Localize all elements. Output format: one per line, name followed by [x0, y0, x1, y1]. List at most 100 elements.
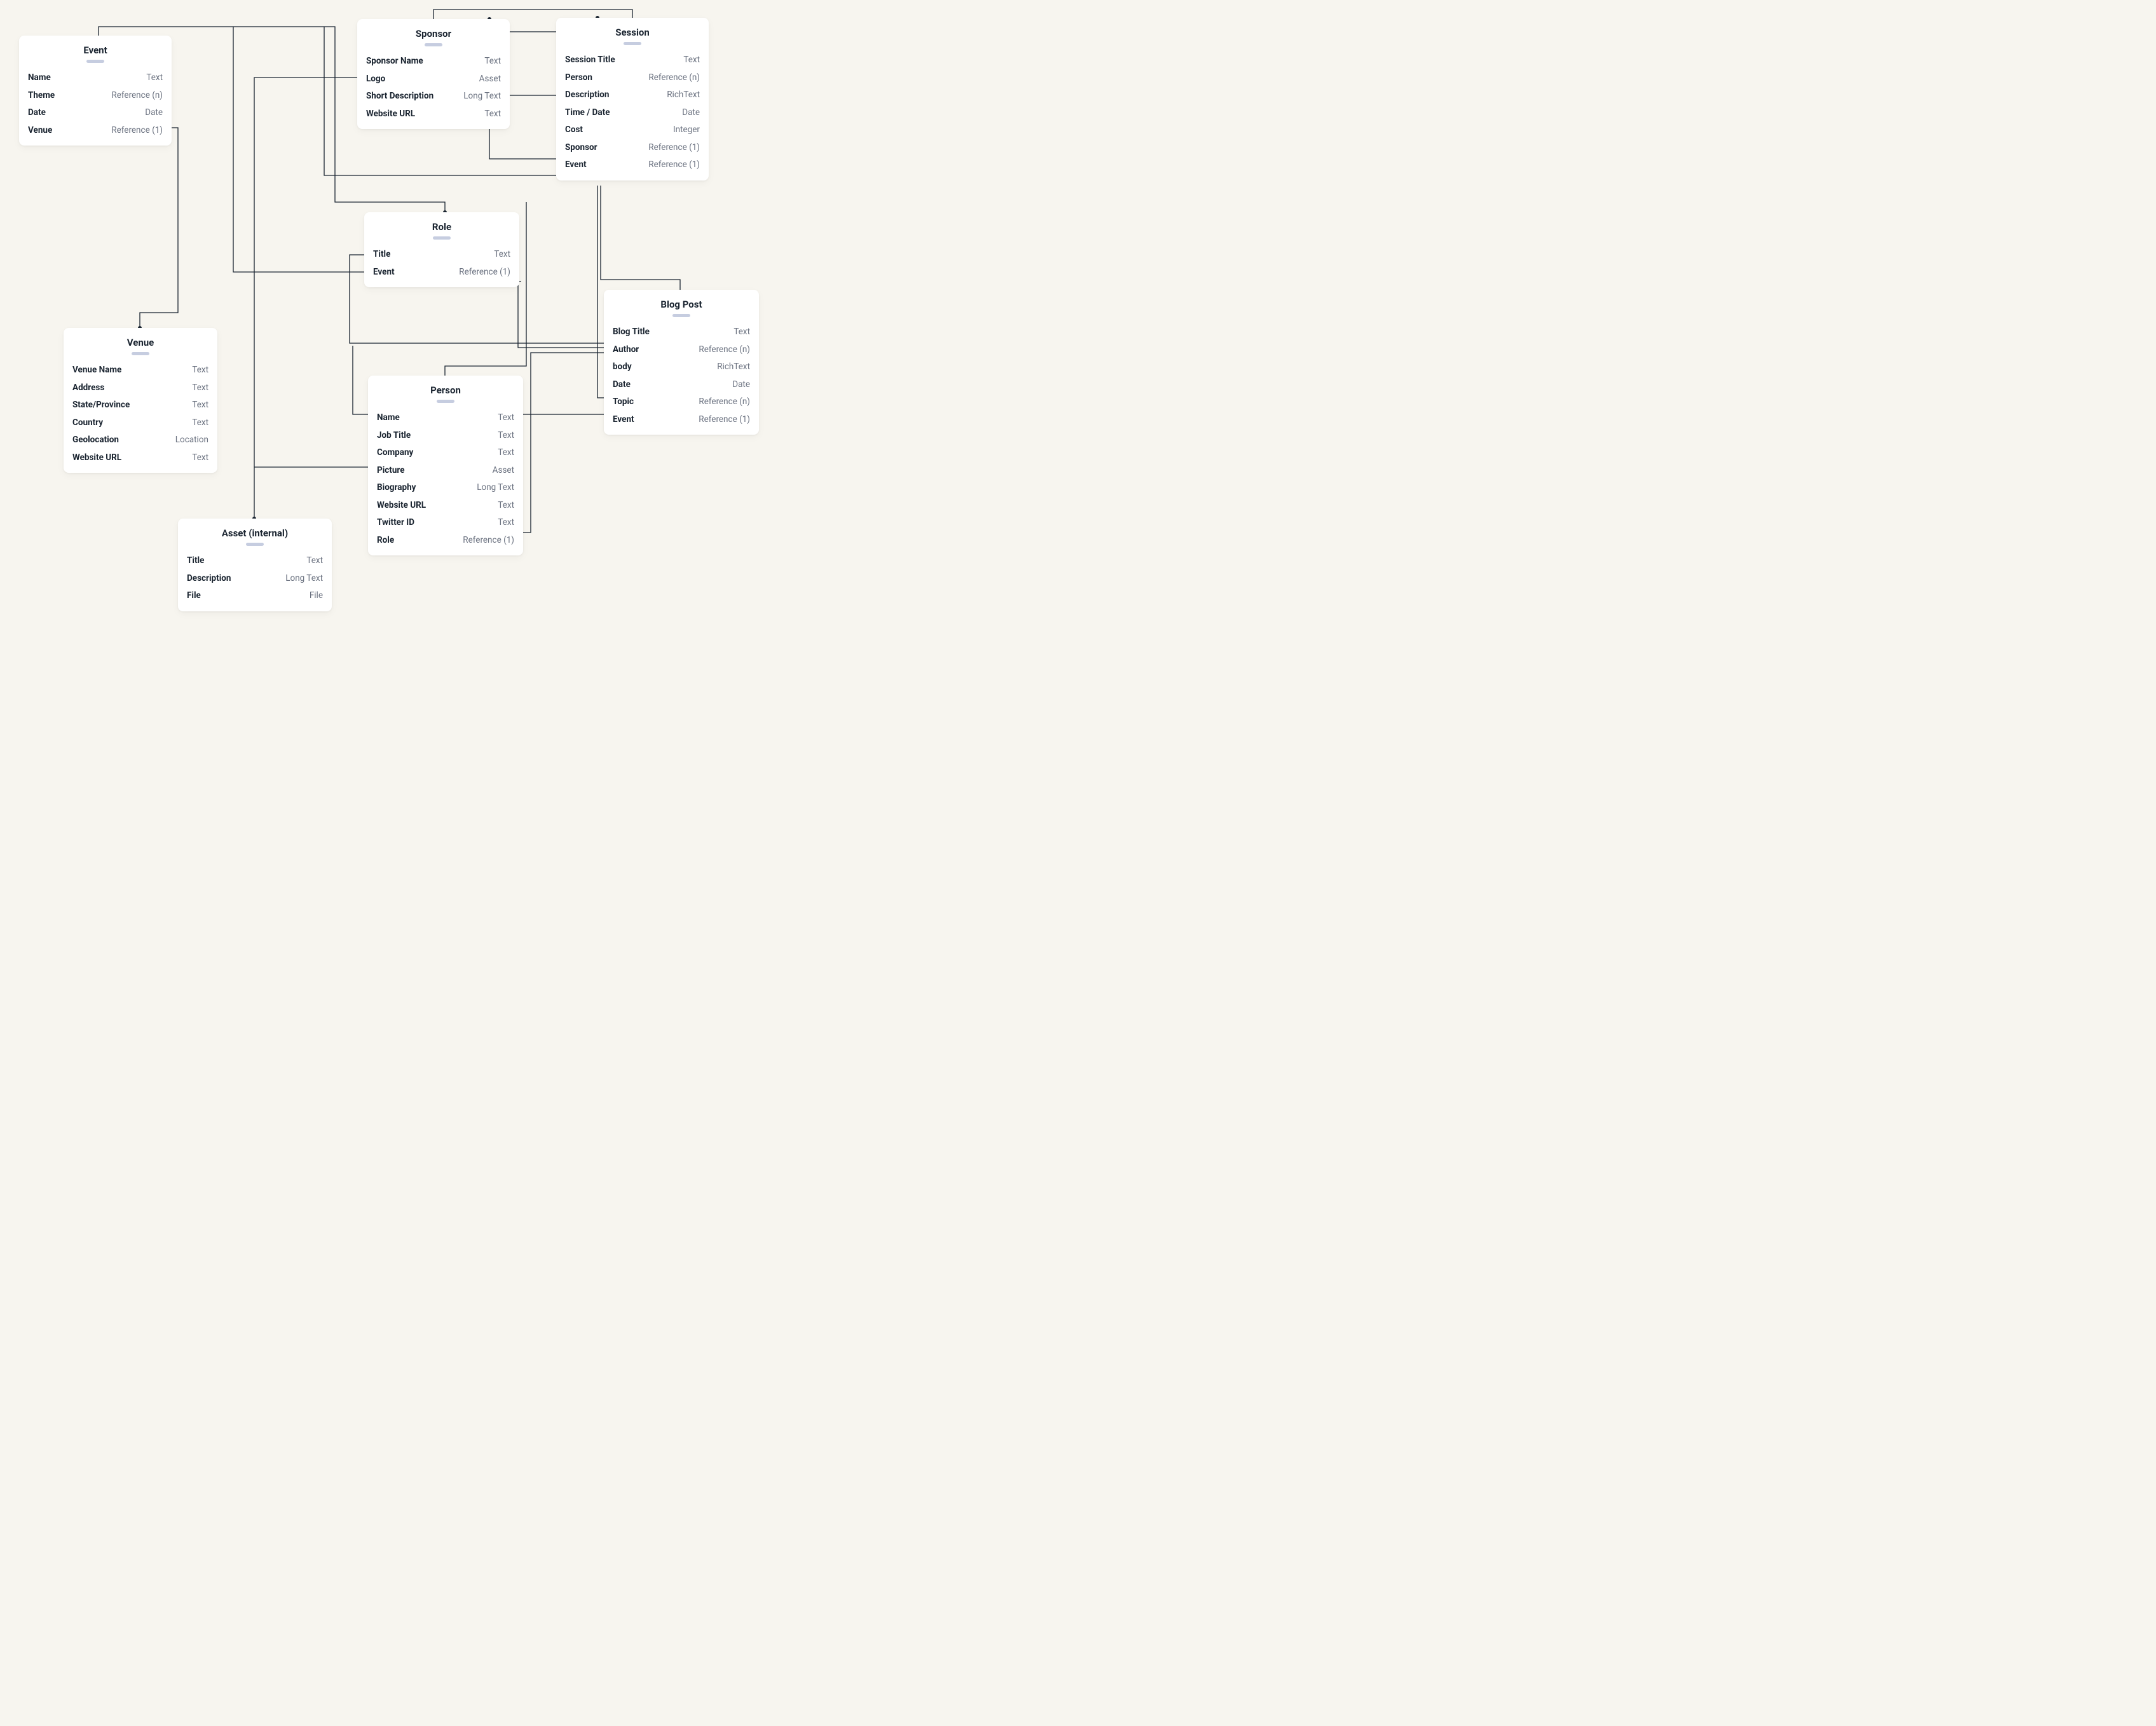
entity-venue[interactable]: VenueVenue NameTextAddressTextState/Prov… — [64, 328, 217, 473]
field-row[interactable]: GeolocationLocation — [72, 432, 208, 449]
field-type: Reference (n) — [648, 72, 700, 84]
field-type: Reference (1) — [699, 414, 750, 426]
field-name: Address — [72, 383, 104, 394]
field-name: Country — [72, 418, 103, 429]
field-row[interactable]: EventReference (1) — [373, 264, 510, 282]
entity-title: Session — [565, 27, 700, 38]
connector-line — [233, 27, 364, 272]
field-type: Text — [484, 109, 501, 120]
field-name: Twitter ID — [377, 517, 414, 529]
field-row[interactable]: Country Text — [72, 414, 208, 432]
field-name: Time / Date — [565, 107, 610, 119]
field-type: Text — [498, 500, 514, 512]
field-type: Text — [192, 400, 208, 411]
field-type: Text — [192, 418, 208, 429]
field-row[interactable]: bodyRichText — [613, 358, 750, 376]
field-row[interactable]: Date Date — [28, 104, 163, 122]
field-row[interactable]: Blog TitleText — [613, 323, 750, 341]
field-row[interactable]: NameText — [28, 69, 163, 87]
field-row[interactable]: Venue NameText — [72, 362, 208, 379]
drag-handle[interactable] — [433, 236, 451, 240]
drag-handle[interactable] — [132, 352, 149, 355]
entity-asset[interactable]: Asset (internal)TitleTextDescriptionLong… — [178, 519, 332, 611]
field-row[interactable]: NameText — [377, 409, 514, 427]
field-name: Venue Name — [72, 365, 121, 376]
field-type: Text — [494, 249, 510, 261]
drag-handle[interactable] — [624, 42, 641, 45]
field-type: Date — [145, 107, 163, 119]
drag-handle[interactable] — [672, 314, 690, 317]
field-row[interactable]: Website URLText — [377, 497, 514, 515]
connector-line — [518, 282, 604, 348]
field-name: Role — [377, 535, 394, 547]
field-name: Description — [565, 90, 609, 101]
field-row[interactable]: TitleText — [373, 246, 510, 264]
field-type: Reference (1) — [111, 125, 163, 137]
field-name: Theme — [28, 90, 55, 102]
field-type: Long Text — [463, 91, 501, 102]
field-name: Event — [613, 414, 634, 426]
drag-handle[interactable] — [437, 400, 454, 403]
entity-session[interactable]: Session Session TitleText Person Reference … — [556, 18, 709, 180]
entity-blogpost[interactable]: Blog Post Blog TitleTextAuthorReference (… — [604, 290, 759, 435]
entity-title: Event — [28, 44, 163, 56]
field-row[interactable]: State/ProvinceText — [72, 397, 208, 414]
field-row[interactable]: Twitter IDText — [377, 514, 514, 532]
field-row[interactable]: Job TitleText — [377, 427, 514, 445]
field-row[interactable]: LogoAsset — [366, 71, 501, 88]
field-type: Text — [498, 430, 514, 442]
field-row[interactable]: Session TitleText — [565, 51, 700, 69]
field-row[interactable]: Website URLText — [72, 449, 208, 467]
drag-handle[interactable] — [86, 60, 104, 63]
field-name: Date — [28, 107, 46, 119]
field-row[interactable]: TitleText — [187, 552, 323, 570]
field-type: RichText — [667, 90, 700, 101]
field-row[interactable]: ThemeReference (n) — [28, 87, 163, 105]
field-row[interactable]: DateDate — [613, 376, 750, 394]
field-type: Long Text — [285, 573, 323, 585]
field-row[interactable]: Event Reference (1) — [565, 156, 700, 174]
entity-sponsor[interactable]: SponsorSponsor NameTextLogoAssetShort De… — [357, 19, 510, 129]
field-row[interactable]: BiographyLong Text — [377, 479, 514, 497]
field-name: Venue — [28, 125, 52, 137]
entity-title: Venue — [72, 337, 208, 348]
entity-event[interactable]: Event NameTextThemeReference (n) Date Date V… — [19, 36, 172, 146]
field-type: Text — [683, 55, 700, 66]
field-row[interactable]: Sponsor NameText — [366, 53, 501, 71]
field-row[interactable]: Venue Reference (1) — [28, 122, 163, 140]
drag-handle[interactable] — [425, 43, 442, 46]
connector-line — [523, 353, 604, 533]
field-row[interactable]: RoleReference (1) — [377, 532, 514, 550]
field-name: Person — [565, 72, 592, 84]
field-row[interactable]: AddressText — [72, 379, 208, 397]
field-type: Text — [498, 412, 514, 424]
drag-handle[interactable] — [246, 543, 264, 546]
entity-person[interactable]: Person NameTextJob TitleTextCompanyTextPi… — [368, 376, 523, 555]
field-name: Short Description — [366, 91, 433, 102]
field-row[interactable]: CostInteger — [565, 121, 700, 139]
field-name: body — [613, 362, 632, 373]
field-row[interactable]: DescriptionLong Text — [187, 570, 323, 588]
field-type: Reference (1) — [648, 160, 700, 171]
field-name: Geolocation — [72, 435, 119, 446]
field-name: Event — [565, 160, 587, 171]
field-row[interactable]: PictureAsset — [377, 462, 514, 480]
entity-role[interactable]: RoleTitleTextEventReference (1) — [364, 212, 519, 287]
field-row[interactable]: FileFile — [187, 587, 323, 605]
field-row[interactable]: CompanyText — [377, 444, 514, 462]
field-row[interactable]: Time / DateDate — [565, 104, 700, 122]
field-row[interactable]: SponsorReference (1) — [565, 139, 700, 157]
field-row[interactable]: TopicReference (n) — [613, 393, 750, 411]
field-type: Text — [192, 452, 208, 464]
field-row[interactable]: Short Description Long Text — [366, 88, 501, 105]
entity-title: Person — [377, 384, 514, 396]
field-row[interactable]: Description RichText — [565, 86, 700, 104]
field-name: Date — [613, 379, 631, 391]
field-row[interactable]: Person Reference (n) — [565, 69, 700, 87]
entity-title: Blog Post — [613, 299, 750, 310]
field-name: Sponsor — [565, 142, 597, 154]
field-row[interactable]: Event Reference (1) — [613, 411, 750, 429]
field-row[interactable]: Website URLText — [366, 105, 501, 123]
diagram-canvas[interactable]: EventNameTextThemeReference (n)DateDateV… — [0, 0, 770, 616]
field-row[interactable]: AuthorReference (n) — [613, 341, 750, 359]
